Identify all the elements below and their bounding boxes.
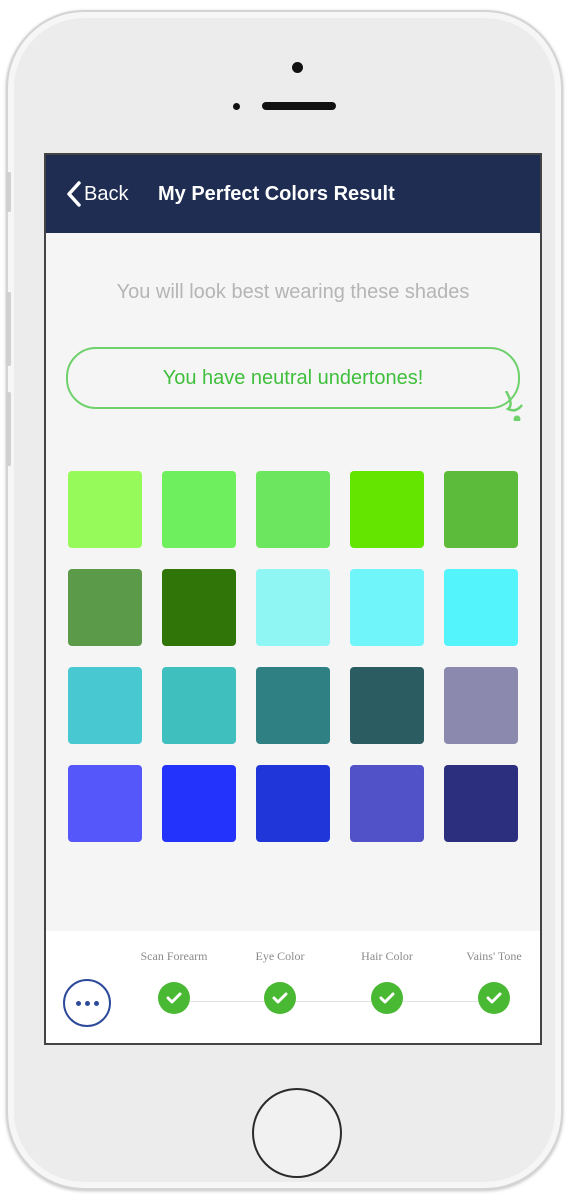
color-swatch-grid [68,471,520,842]
color-swatch[interactable] [68,471,142,548]
volume-up-button [6,292,11,366]
app-screen: Back My Perfect Colors Result You will l… [44,153,542,1045]
color-swatch[interactable] [256,569,330,646]
back-label: Back [84,183,129,205]
color-swatch[interactable] [162,569,236,646]
color-swatch[interactable] [162,765,236,842]
silent-switch [6,172,11,212]
step-label: Scan Forearm [140,949,208,963]
step-vains-tone: Vains' Tone [444,949,540,1014]
ellipsis-dot [93,1000,99,1006]
color-swatch[interactable] [350,569,424,646]
volume-down-button [6,392,11,466]
step-eye-color: Eye Color [230,949,330,1014]
color-swatch[interactable] [68,667,142,744]
check-icon [264,982,296,1014]
earpiece-speaker [262,102,336,110]
step-label: Eye Color [255,949,305,963]
home-button[interactable] [252,1088,342,1178]
back-button[interactable]: Back [66,179,128,209]
navigation-bar: Back My Perfect Colors Result [46,155,540,233]
step-label: Hair Color [361,949,413,963]
color-swatch[interactable] [256,667,330,744]
undertone-message: You have neutral undertones! [162,366,424,389]
color-swatch[interactable] [350,471,424,548]
check-icon [371,982,403,1014]
speech-bubble-tail [504,391,523,421]
color-swatch[interactable] [162,471,236,548]
color-swatch[interactable] [68,765,142,842]
more-options-button[interactable] [63,979,111,1027]
color-swatch[interactable] [444,765,518,842]
color-swatch[interactable] [68,569,142,646]
front-camera [292,62,303,73]
proximity-sensor [233,103,240,110]
color-swatch[interactable] [162,667,236,744]
page-title: My Perfect Colors Result [158,183,395,205]
color-swatch[interactable] [350,667,424,744]
step-label: Vains' Tone [466,949,522,963]
undertone-bubble: You have neutral undertones! [66,347,520,409]
color-swatch[interactable] [444,667,518,744]
chevron-left-icon [67,181,81,207]
check-icon [478,982,510,1014]
color-swatch[interactable] [350,765,424,842]
color-swatch[interactable] [256,471,330,548]
check-icon [158,982,190,1014]
progress-bar-panel: Scan Forearm Eye Color Hair Color Vains'… [46,931,540,1043]
subtitle-text: You will look best wearing these shades [116,281,470,303]
color-swatch[interactable] [444,569,518,646]
step-scan-forearm: Scan Forearm [124,949,224,1014]
step-hair-color: Hair Color [337,949,437,1014]
ellipsis-dot [84,1000,90,1006]
ellipsis-icon [75,1000,81,1006]
color-swatch[interactable] [256,765,330,842]
color-swatch[interactable] [444,471,518,548]
